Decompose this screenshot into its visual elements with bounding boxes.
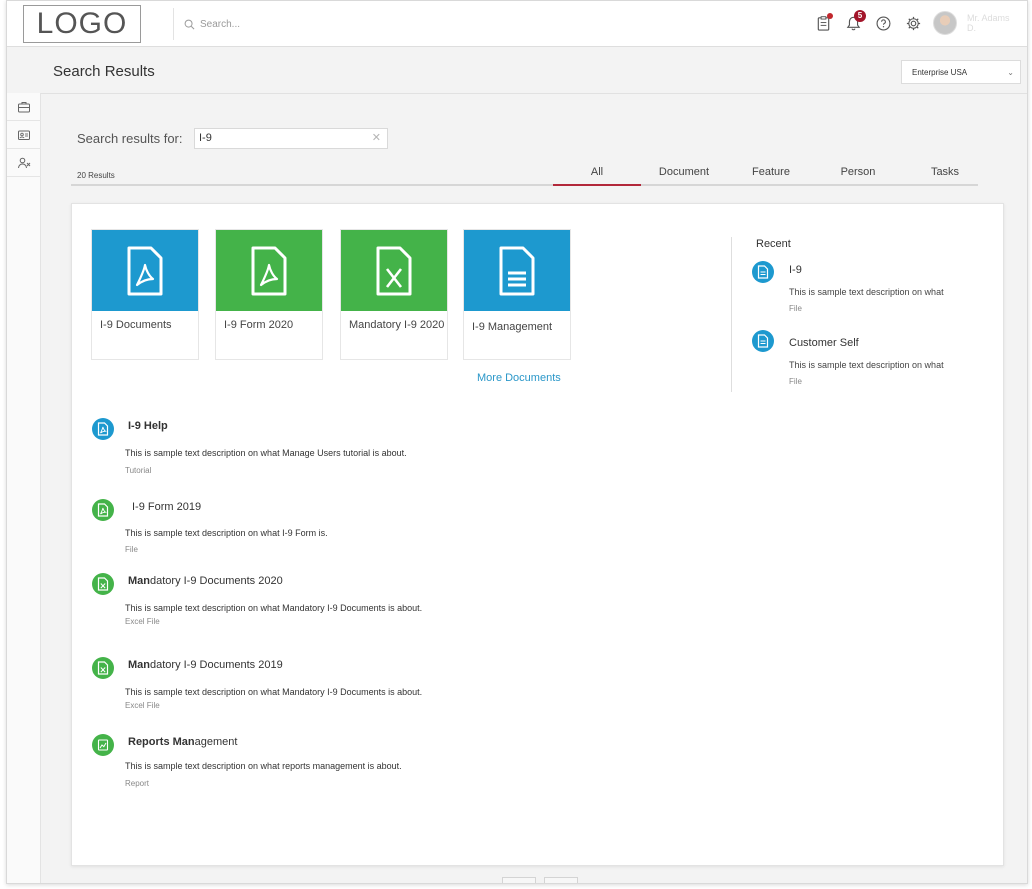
logo[interactable]: LOGO	[23, 5, 141, 43]
tasks-indicator	[827, 13, 833, 19]
document-tile[interactable]: I-9 Documents	[91, 229, 199, 360]
result-type: Tutorial	[125, 466, 152, 475]
result-description: This is sample text description on what …	[125, 761, 402, 771]
document-thumbnail	[92, 230, 198, 311]
search-icon	[184, 19, 195, 29]
bell-icon[interactable]: 5	[843, 10, 866, 33]
help-icon[interactable]	[873, 13, 893, 33]
document-icon	[752, 261, 774, 283]
result-description: This is sample text description on what …	[125, 603, 423, 613]
app-window: LOGO Search... 5 Mr. Adams D. Search Res…	[6, 0, 1028, 884]
result-type: Excel File	[125, 701, 160, 710]
excel-icon	[376, 246, 412, 295]
pdf-icon	[127, 246, 163, 295]
result-description: This is sample text description on what …	[125, 687, 423, 697]
more-documents-link[interactable]: More Documents	[477, 372, 561, 384]
sidebar-item-remove-user[interactable]	[7, 149, 41, 177]
tab-tasks[interactable]: Tasks	[901, 164, 989, 186]
document-title: I-9 Documents	[100, 319, 172, 331]
tab-all[interactable]: All	[553, 164, 641, 186]
pagination-button[interactable]	[544, 877, 578, 883]
gear-icon[interactable]	[903, 13, 923, 33]
briefcase-icon	[18, 101, 30, 112]
sidebar-item-briefcase[interactable]	[7, 93, 41, 121]
excel-icon	[92, 573, 114, 595]
sidebar-item-id-card[interactable]	[7, 121, 41, 149]
global-search[interactable]: Search...	[173, 8, 473, 40]
pagination-button[interactable]	[502, 877, 536, 883]
document-tile[interactable]: Mandatory I-9 2020	[340, 229, 448, 360]
notification-badge: 5	[854, 10, 866, 22]
document-tile[interactable]: I-9 Form 2020	[215, 229, 323, 360]
organization-select-value: Enterprise USA	[912, 67, 968, 77]
recent-item-type: File	[789, 304, 802, 313]
result-type: Excel File	[125, 617, 160, 626]
user-avatar[interactable]	[933, 11, 957, 35]
pdf-icon	[92, 418, 114, 440]
tab-document[interactable]: Document	[641, 164, 727, 186]
document-icon	[752, 330, 774, 352]
close-icon[interactable]: ✕	[372, 129, 381, 148]
global-search-placeholder: Search...	[200, 18, 241, 30]
search-results-label: Search results for:	[77, 131, 183, 146]
tab-person[interactable]: Person	[815, 164, 901, 186]
result-type: Report	[125, 779, 150, 788]
chevron-down-icon: ⌄	[1007, 67, 1014, 77]
excel-icon	[92, 657, 114, 679]
document-title: Mandatory I-9 2020	[349, 319, 445, 331]
user-name[interactable]: Mr. Adams D.	[967, 13, 1011, 33]
pdf-icon	[92, 499, 114, 521]
document-thumbnail	[216, 230, 322, 311]
search-query-input[interactable]: I-9 ✕	[194, 128, 388, 149]
result-title[interactable]: I-9 Form 2019	[132, 501, 201, 513]
document-tile[interactable]: I-9 Management	[463, 229, 571, 360]
document-thumbnail	[464, 230, 570, 311]
header-divider	[7, 93, 1027, 94]
result-tabs: All Document Feature Person Tasks	[553, 164, 989, 186]
recent-item-title: I-9	[789, 264, 802, 276]
recent-item-description: This is sample text description on what	[789, 287, 944, 297]
sidebar	[7, 93, 41, 883]
result-count: 20 Results	[77, 171, 115, 180]
remove-user-icon	[18, 157, 31, 168]
clipboard-icon[interactable]	[813, 13, 833, 33]
document-title: I-9 Form 2020	[224, 319, 294, 331]
pagination	[502, 877, 602, 883]
result-title[interactable]: Reports Management	[128, 736, 237, 748]
document-thumbnail	[341, 230, 447, 311]
id-card-icon	[18, 130, 30, 140]
result-title[interactable]: I-9 Help	[128, 420, 168, 432]
recent-item-description: This is sample text description on what	[789, 360, 944, 370]
result-description: This is sample text description on what …	[125, 448, 407, 458]
recent-divider	[731, 237, 732, 392]
results-card: I-9 Documents I-9 Form 2020 Mandatory I-…	[71, 203, 1004, 866]
pdf-icon	[251, 246, 287, 295]
result-title[interactable]: Mandatory I-9 Documents 2020	[128, 575, 283, 587]
tab-feature[interactable]: Feature	[727, 164, 815, 186]
top-bar: LOGO Search... 5 Mr. Adams D.	[7, 1, 1027, 47]
result-description: This is sample text description on what …	[125, 528, 328, 538]
search-query-value: I-9	[199, 132, 212, 144]
page-title: Search Results	[53, 63, 155, 80]
recent-title: Recent	[756, 238, 791, 250]
result-title[interactable]: Mandatory I-9 Documents 2019	[128, 659, 283, 671]
document-icon	[499, 246, 535, 295]
document-title: I-9 Management	[472, 321, 553, 333]
report-icon	[92, 734, 114, 756]
recent-item-type: File	[789, 377, 802, 386]
organization-select[interactable]: Enterprise USA ⌄	[901, 60, 1021, 84]
result-type: File	[125, 545, 138, 554]
recent-item-title: Customer Self	[789, 337, 859, 349]
